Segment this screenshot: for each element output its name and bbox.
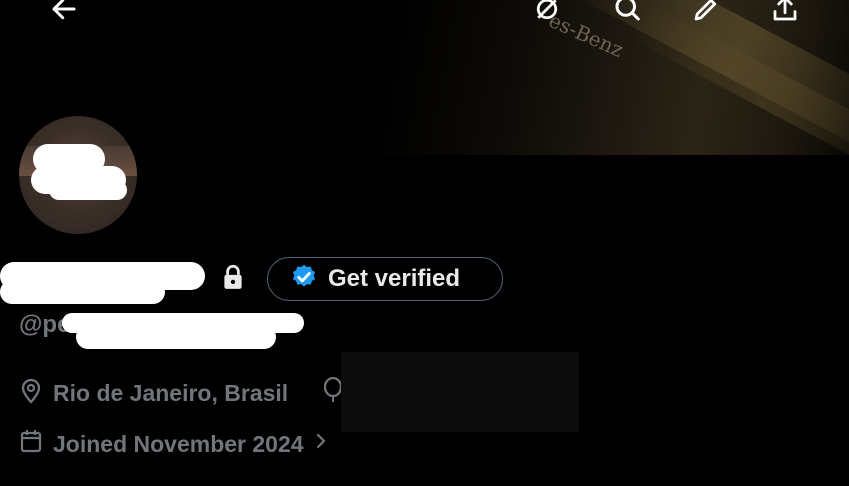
location-pin-icon xyxy=(19,376,43,410)
chevron-right-icon[interactable] xyxy=(314,430,328,458)
grok-icon[interactable] xyxy=(530,0,564,26)
avatar[interactable] xyxy=(19,116,137,234)
share-icon[interactable] xyxy=(768,0,802,26)
redaction-mark xyxy=(0,280,165,304)
get-verified-button[interactable]: Get verified xyxy=(267,257,503,301)
joined-date-text: Joined November 2024 xyxy=(53,430,304,457)
location-text: Rio de Janeiro, Brasil xyxy=(53,379,289,406)
edit-icon[interactable] xyxy=(689,0,723,26)
verified-badge-icon xyxy=(290,263,318,296)
redaction-mark xyxy=(49,180,127,200)
calendar-icon xyxy=(19,428,43,460)
location-row: Rio de Janeiro, Brasil xyxy=(19,376,288,410)
redacted-region xyxy=(341,352,579,432)
redaction-mark xyxy=(76,325,276,349)
back-arrow-icon[interactable] xyxy=(47,0,81,26)
lock-icon xyxy=(219,262,247,292)
search-icon[interactable] xyxy=(610,0,644,26)
get-verified-label: Get verified xyxy=(328,265,461,292)
joined-row[interactable]: Joined November 2024 xyxy=(19,428,328,460)
